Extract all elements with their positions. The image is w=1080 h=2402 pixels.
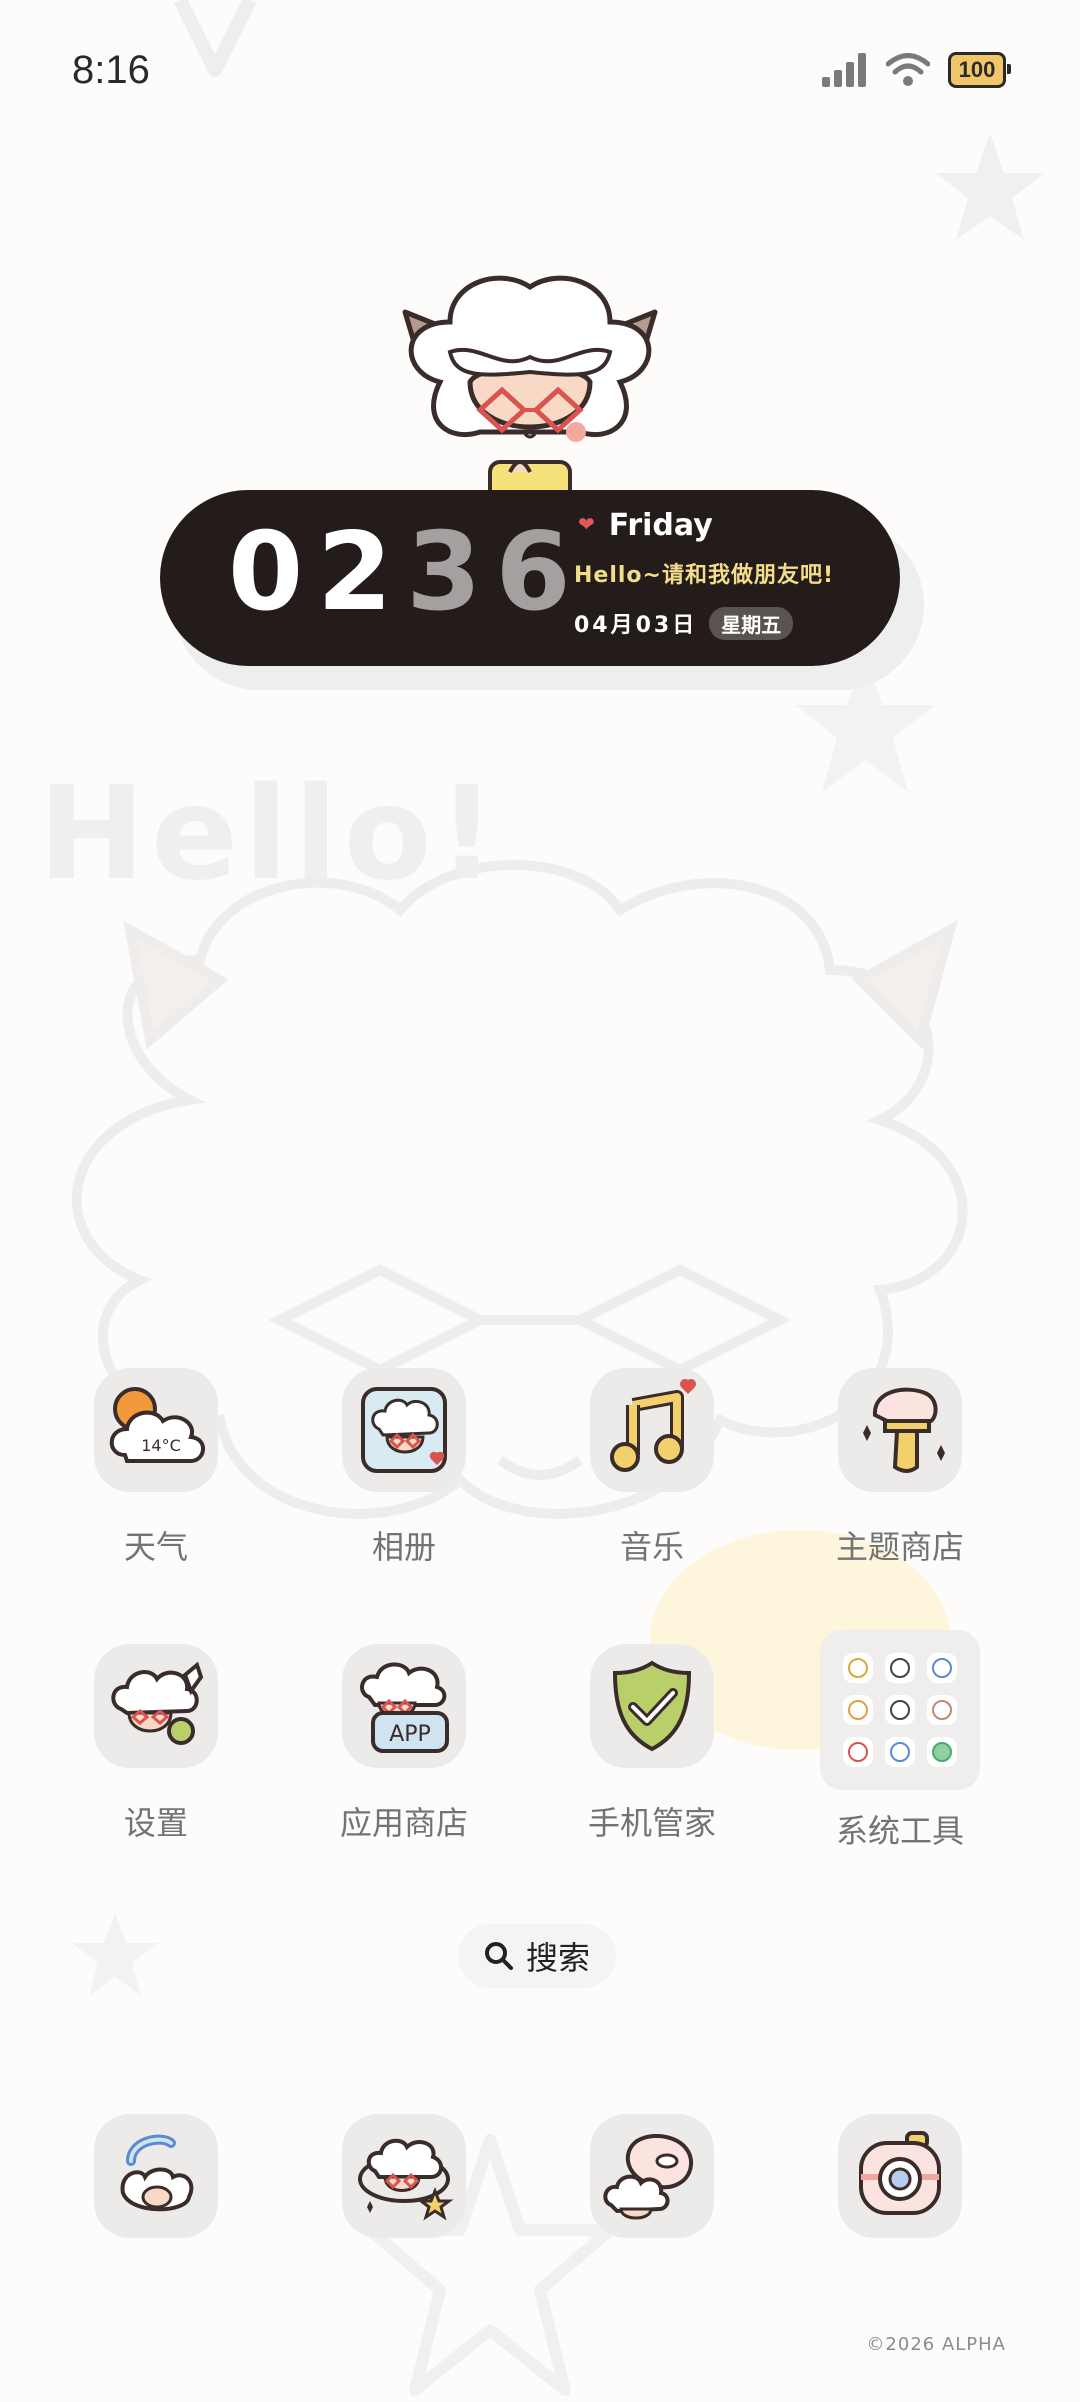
app-weather[interactable]: 14°C 天气 xyxy=(66,1368,246,1568)
search-button[interactable]: 搜索 xyxy=(458,1924,616,1988)
star-decoration-icon xyxy=(935,133,1045,240)
browser-icon[interactable] xyxy=(590,2114,714,2238)
camera-icon[interactable] xyxy=(838,2114,962,2238)
folder-app-icon xyxy=(927,1737,957,1767)
copyright-text: ©2026 ALPHA xyxy=(866,2334,1006,2355)
app-music[interactable]: 音乐 xyxy=(562,1368,742,1568)
app-store-badge: APP xyxy=(389,1722,431,1747)
app-label-system-tools: 系统工具 xyxy=(835,1812,964,1850)
folder-app-icon xyxy=(843,1695,873,1725)
weekday-badge: 星期五 xyxy=(709,607,794,640)
theme-store-icon[interactable] xyxy=(838,1368,962,1492)
folder-app-icon xyxy=(843,1653,873,1683)
day-name-text: Friday xyxy=(608,508,713,543)
gallery-icon[interactable] xyxy=(342,1368,466,1492)
app-app-store[interactable]: APP 应用商店 xyxy=(314,1644,494,1844)
app-label-music: 音乐 xyxy=(619,1528,684,1566)
phone-manager-icon[interactable] xyxy=(590,1644,714,1768)
hello-background-text: Hello! xyxy=(38,760,502,909)
music-icon[interactable] xyxy=(590,1368,714,1492)
app-label-settings: 设置 xyxy=(123,1804,188,1842)
status-time: 8:16 xyxy=(72,48,150,92)
app-label-app-store: 应用商店 xyxy=(339,1804,468,1842)
app-phone-manager[interactable]: 手机管家 xyxy=(562,1644,742,1844)
folder-app-icon xyxy=(843,1737,873,1767)
search-icon xyxy=(484,1942,513,1970)
system-tools-folder-icon[interactable] xyxy=(820,1630,980,1790)
status-icons: 100 xyxy=(822,52,1011,88)
app-label-phone-manager: 手机管家 xyxy=(587,1804,716,1842)
phone-icon[interactable] xyxy=(94,2114,218,2238)
signal-icon xyxy=(822,53,866,87)
weather-icon[interactable]: 14°C xyxy=(94,1368,218,1492)
star-decoration-icon xyxy=(173,0,257,77)
search-label: 搜索 xyxy=(525,1939,590,1977)
wifi-icon xyxy=(886,53,930,86)
app-label-theme-store: 主题商店 xyxy=(835,1528,964,1566)
sheep-mascot-illustration xyxy=(402,275,658,502)
dock-messages[interactable] xyxy=(314,2114,494,2238)
folder-app-icon xyxy=(885,1695,915,1725)
app-gallery[interactable]: 相册 xyxy=(314,1368,494,1568)
clock-date: 04月03日 星期五 xyxy=(574,607,794,640)
heart-icon: ❤ xyxy=(578,512,595,536)
weather-temp: 14°C xyxy=(141,1436,181,1455)
clock-hours: 02 xyxy=(228,510,407,635)
app-theme-store[interactable]: 主题商店 xyxy=(810,1368,990,1568)
app-settings[interactable]: 设置 xyxy=(66,1644,246,1844)
clock-greeting: Hello~请和我做朋友吧! xyxy=(574,563,834,588)
app-system-tools-folder[interactable]: 系统工具 xyxy=(810,1630,990,1852)
clock-minutes: 36 xyxy=(406,510,585,635)
app-label-gallery: 相册 xyxy=(371,1528,436,1566)
folder-app-icon xyxy=(927,1653,957,1683)
app-store-icon[interactable]: APP xyxy=(342,1644,466,1768)
dock-browser[interactable] xyxy=(562,2114,742,2238)
date-text: 04月03日 xyxy=(574,613,698,638)
folder-app-icon xyxy=(885,1737,915,1767)
battery-icon: 100 xyxy=(948,52,1011,88)
folder-app-icon xyxy=(927,1695,957,1725)
dock-camera[interactable] xyxy=(810,2114,990,2238)
settings-icon[interactable] xyxy=(94,1644,218,1768)
messages-icon[interactable] xyxy=(342,2114,466,2238)
folder-app-icon xyxy=(885,1653,915,1683)
dock-phone[interactable] xyxy=(66,2114,246,2238)
app-label-weather: 天气 xyxy=(123,1528,188,1566)
star-decoration-icon xyxy=(72,1913,158,1996)
clock-day-name: ❤ Friday xyxy=(578,508,713,543)
clock-time: 0236 xyxy=(228,508,585,638)
